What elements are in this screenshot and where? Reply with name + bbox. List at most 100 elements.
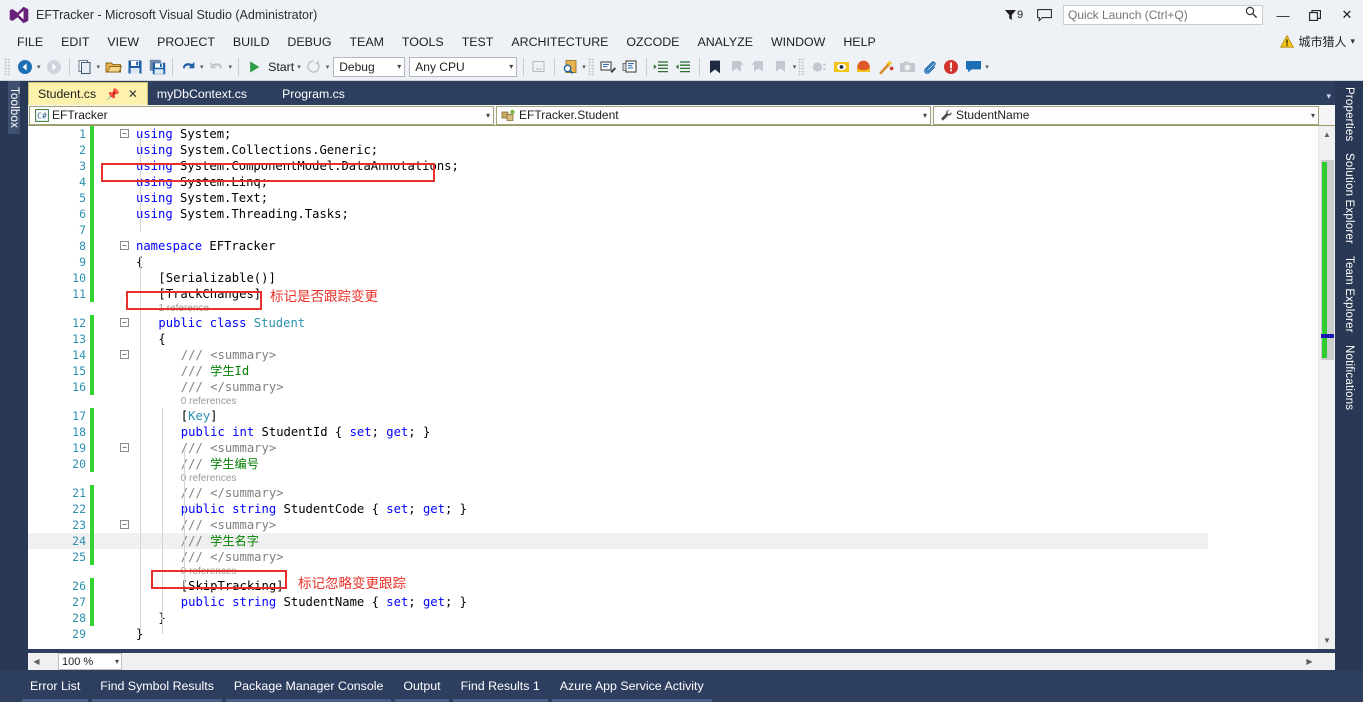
decrease-indent-icon[interactable] bbox=[673, 56, 695, 78]
code-line[interactable]: 15 /// 学生Id bbox=[28, 363, 1335, 379]
code-line[interactable]: 6 using System.Threading.Tasks; bbox=[28, 206, 1335, 222]
save-icon[interactable] bbox=[124, 56, 146, 78]
code-line[interactable]: 20 /// 学生编号 bbox=[28, 456, 1335, 472]
open-file-icon[interactable] bbox=[102, 56, 124, 78]
sidebar-item-toolbox[interactable]: Toolbox bbox=[8, 81, 20, 135]
sidebar-item-team-explorer[interactable]: Team Explorer bbox=[1343, 250, 1355, 339]
panel-tab-output[interactable]: Output bbox=[393, 679, 450, 693]
menu-analyze[interactable]: ANALYZE bbox=[688, 33, 762, 51]
comment-selection-icon[interactable] bbox=[598, 56, 620, 78]
scroll-up-arrow-icon[interactable]: ▲ bbox=[1319, 126, 1335, 143]
panel-tab-package-manager-console[interactable]: Package Manager Console bbox=[224, 679, 393, 693]
uncomment-selection-icon[interactable] bbox=[620, 56, 642, 78]
solution-platform-dropdown[interactable]: Any CPU ▾ bbox=[409, 56, 518, 77]
pin-icon[interactable]: 📌 bbox=[106, 88, 120, 101]
code-line[interactable]: 9{ bbox=[28, 254, 1335, 270]
editor-vertical-scrollbar[interactable]: ▲ ▼ bbox=[1318, 126, 1335, 649]
code-line[interactable]: 13 { bbox=[28, 331, 1335, 347]
chat-bubble-icon[interactable] bbox=[962, 56, 984, 78]
collapse-toggle-icon[interactable]: − bbox=[120, 318, 129, 327]
bookmark-icon[interactable] bbox=[704, 56, 726, 78]
menu-test[interactable]: TEST bbox=[453, 33, 503, 51]
sidebar-item-properties[interactable]: Properties bbox=[1343, 81, 1355, 147]
ozcode-predict-icon[interactable] bbox=[852, 56, 874, 78]
toolbar-grip[interactable] bbox=[4, 57, 11, 76]
menu-edit[interactable]: EDIT bbox=[52, 33, 98, 51]
quick-launch-input[interactable] bbox=[1068, 8, 1245, 22]
chevron-down-icon[interactable]: ▾ bbox=[480, 111, 490, 120]
code-line[interactable]: 5 using System.Text; bbox=[28, 190, 1335, 206]
tab-student-cs[interactable]: Student.cs 📌 ✕ bbox=[28, 82, 148, 105]
comment-bubble-icon[interactable] bbox=[1029, 0, 1059, 30]
undo-caret[interactable]: ▾ bbox=[200, 63, 204, 71]
code-line[interactable]: 3 using System.ComponentModel.DataAnnotat… bbox=[28, 158, 1335, 174]
menu-help[interactable]: HELP bbox=[834, 33, 884, 51]
panel-tab-find-symbol-results[interactable]: Find Symbol Results bbox=[90, 679, 224, 693]
project-dropdown[interactable]: C# EFTracker ▾ bbox=[29, 105, 494, 125]
feedback-flag-icon[interactable]: 9 bbox=[999, 0, 1029, 30]
sidebar-item-notifications[interactable]: Notifications bbox=[1343, 339, 1355, 416]
menu-ozcode[interactable]: OZCODE bbox=[617, 33, 688, 51]
collapse-toggle-icon[interactable]: − bbox=[120, 129, 129, 138]
ozcode-magic-wand-icon[interactable] bbox=[874, 56, 896, 78]
chevron-down-icon[interactable]: ▾ bbox=[115, 657, 119, 666]
menu-team[interactable]: TEAM bbox=[340, 33, 392, 51]
scroll-right-arrow-icon[interactable]: ▶ bbox=[1301, 653, 1318, 670]
code-line[interactable]: 16 /// </summary> bbox=[28, 379, 1335, 395]
toolbar-overflow-icon[interactable]: ▾ bbox=[985, 63, 989, 71]
menu-project[interactable]: PROJECT bbox=[148, 33, 224, 51]
save-all-icon[interactable] bbox=[146, 56, 168, 78]
panel-tab-find-results-1[interactable]: Find Results 1 bbox=[451, 679, 550, 693]
menu-file[interactable]: FILE bbox=[8, 33, 52, 51]
scroll-down-arrow-icon[interactable]: ▼ bbox=[1319, 632, 1335, 649]
code-line[interactable]: 7 bbox=[28, 222, 1335, 238]
code-line[interactable]: 27 public string StudentName { set; get; … bbox=[28, 594, 1335, 610]
menu-tools[interactable]: TOOLS bbox=[393, 33, 453, 51]
tab-list-overflow-icon[interactable]: ▾ bbox=[1326, 91, 1331, 102]
new-item-caret[interactable]: ▾ bbox=[97, 63, 101, 71]
editor-horizontal-scrollbar[interactable]: ◀ ▶ bbox=[28, 653, 1335, 670]
code-line[interactable]: 1 − using System; bbox=[28, 126, 1335, 142]
navigate-back-icon[interactable] bbox=[14, 56, 36, 78]
panel-tab-azure-app-service-activity[interactable]: Azure App Service Activity bbox=[550, 679, 714, 693]
increase-indent-icon[interactable] bbox=[651, 56, 673, 78]
code-line[interactable]: 2 using System.Collections.Generic; bbox=[28, 142, 1335, 158]
menu-view[interactable]: VIEW bbox=[98, 33, 148, 51]
close-button[interactable]: ✕ bbox=[1331, 0, 1363, 30]
code-line[interactable]: 11 [TrackChanges] bbox=[28, 286, 1335, 302]
code-line[interactable]: 29} bbox=[28, 626, 1335, 642]
codelens-reference-count[interactable]: 0 references bbox=[181, 472, 237, 485]
code-line[interactable]: 24 /// 学生名字 bbox=[28, 533, 1335, 549]
zoom-level-dropdown[interactable]: 100 % ▾ bbox=[58, 653, 122, 670]
start-button-label[interactable]: Start bbox=[268, 60, 294, 74]
ozcode-reveal-icon[interactable] bbox=[830, 56, 852, 78]
collapse-toggle-icon[interactable]: − bbox=[120, 443, 129, 452]
find-in-files-icon[interactable] bbox=[559, 56, 581, 78]
code-line[interactable]: 17 [Key] bbox=[28, 408, 1335, 424]
code-line[interactable]: 14 − /// <summary> bbox=[28, 347, 1335, 363]
collapse-toggle-icon[interactable]: − bbox=[120, 520, 129, 529]
menu-architecture[interactable]: ARCHITECTURE bbox=[502, 33, 617, 51]
collapse-toggle-icon[interactable]: − bbox=[120, 241, 129, 250]
solution-configuration-dropdown[interactable]: Debug ▾ bbox=[333, 56, 406, 77]
code-editor-surface[interactable]: 1− using System; 2 using System.Collections… bbox=[28, 126, 1335, 649]
start-caret[interactable]: ▾ bbox=[297, 63, 301, 71]
new-item-icon[interactable] bbox=[74, 56, 96, 78]
chevron-down-icon[interactable]: ▾ bbox=[509, 62, 513, 71]
menu-build[interactable]: BUILD bbox=[224, 33, 279, 51]
code-line[interactable]: 21 /// </summary> bbox=[28, 485, 1335, 501]
chevron-down-icon[interactable]: ▾ bbox=[1350, 36, 1355, 47]
search-icon[interactable] bbox=[1245, 6, 1258, 24]
chevron-down-icon[interactable]: ▾ bbox=[1305, 111, 1315, 120]
code-line[interactable]: 8 − namespace EFTracker bbox=[28, 238, 1335, 254]
codelens-reference-count[interactable]: 0 references bbox=[181, 565, 237, 578]
code-line[interactable]: 22 public string StudentCode { set; get; … bbox=[28, 501, 1335, 517]
menu-window[interactable]: WINDOW bbox=[762, 33, 834, 51]
code-line[interactable]: 25 /// </summary> bbox=[28, 549, 1335, 565]
chevron-down-icon[interactable]: ▾ bbox=[397, 62, 401, 71]
back-dropdown-caret[interactable]: ▾ bbox=[37, 63, 41, 71]
code-line[interactable]: 26 [SkipTracking] bbox=[28, 578, 1335, 594]
chevron-down-icon[interactable]: ▾ bbox=[917, 111, 927, 120]
minimize-button[interactable]: — bbox=[1267, 0, 1299, 30]
error-circle-icon[interactable] bbox=[940, 56, 962, 78]
